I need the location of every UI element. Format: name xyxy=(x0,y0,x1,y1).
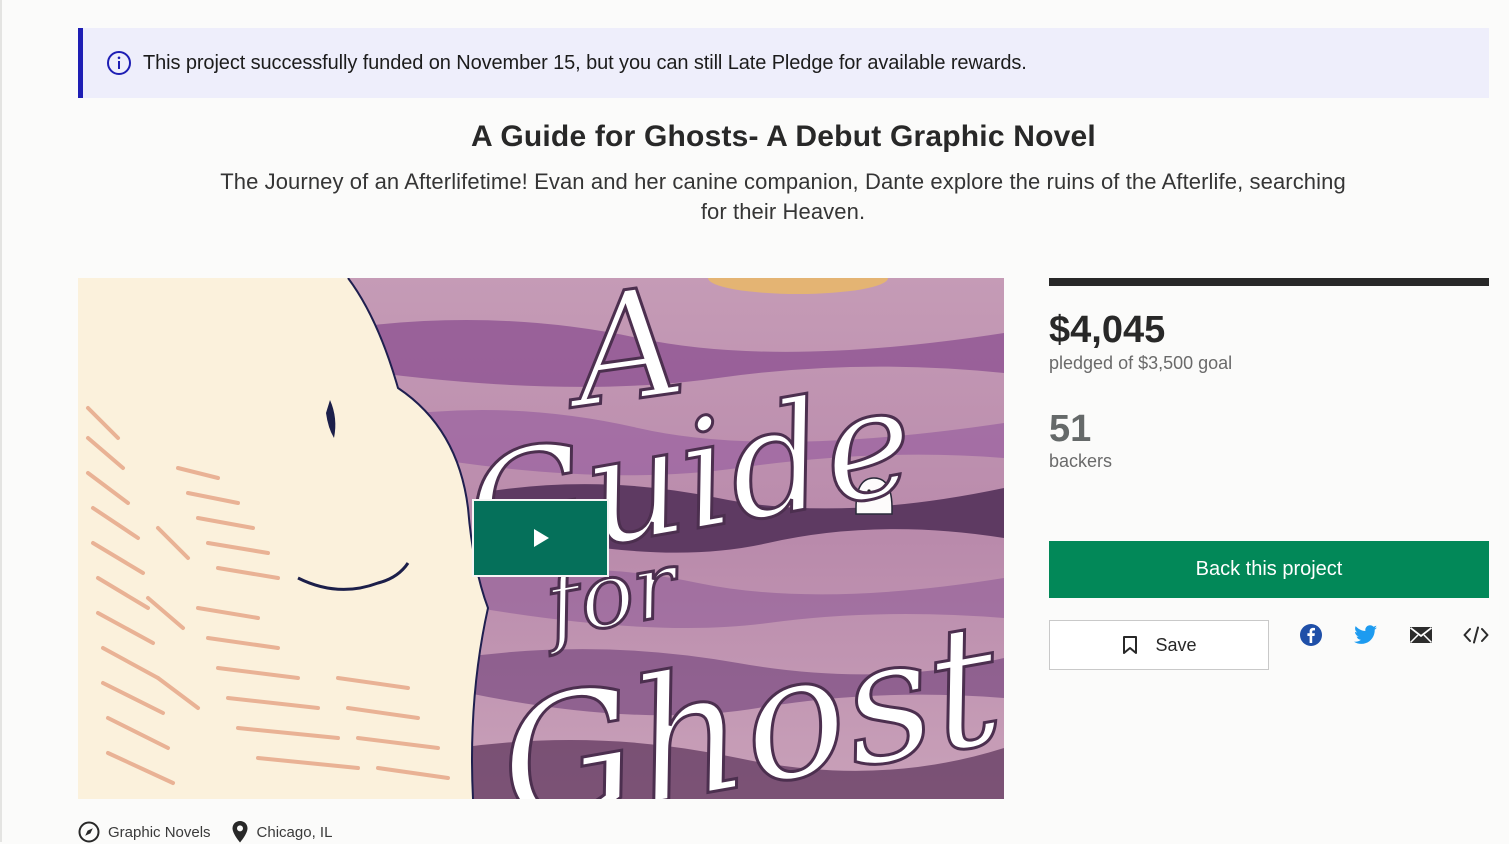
backer-count: 51 xyxy=(1049,408,1092,450)
project-video[interactable]: A Guide for Ghosts xyxy=(78,278,1004,799)
funding-progress-bar xyxy=(1049,278,1489,286)
project-title: A Guide for Ghosts- A Debut Graphic Nove… xyxy=(471,120,1096,153)
category-link[interactable]: Graphic Novels xyxy=(78,821,211,843)
info-circle-icon xyxy=(106,50,132,76)
category-label: Graphic Novels xyxy=(108,823,211,841)
funded-notice-text: This project successfully funded on Nove… xyxy=(143,51,1027,74)
location-pin-icon xyxy=(231,820,249,844)
back-this-project-button[interactable]: Back this project xyxy=(1049,541,1489,598)
twitter-icon[interactable] xyxy=(1353,622,1379,648)
email-icon[interactable] xyxy=(1408,622,1434,648)
page-edge-divider xyxy=(0,0,2,842)
funding-progress-fill xyxy=(1049,278,1489,286)
location-label: Chicago, IL xyxy=(256,823,333,841)
bookmark-icon xyxy=(1121,635,1139,655)
pledged-goal-text: pledged of $3,500 goal xyxy=(1049,353,1233,373)
compass-icon xyxy=(78,821,100,843)
project-subtitle: The Journey of an Afterlifetime! Evan an… xyxy=(220,169,1346,224)
project-meta: Graphic Novels Chicago, IL xyxy=(78,820,352,844)
play-button[interactable] xyxy=(472,499,609,577)
pledged-amount: $4,045 xyxy=(1049,309,1166,351)
save-label: Save xyxy=(1155,634,1197,655)
location-link[interactable]: Chicago, IL xyxy=(231,820,333,844)
facebook-icon[interactable] xyxy=(1298,622,1324,648)
funded-notice-banner: This project successfully funded on Nove… xyxy=(78,28,1489,98)
play-icon xyxy=(531,528,551,548)
save-button[interactable]: Save xyxy=(1049,620,1269,670)
backer-label: backers xyxy=(1049,451,1113,471)
embed-icon[interactable] xyxy=(1463,622,1489,648)
